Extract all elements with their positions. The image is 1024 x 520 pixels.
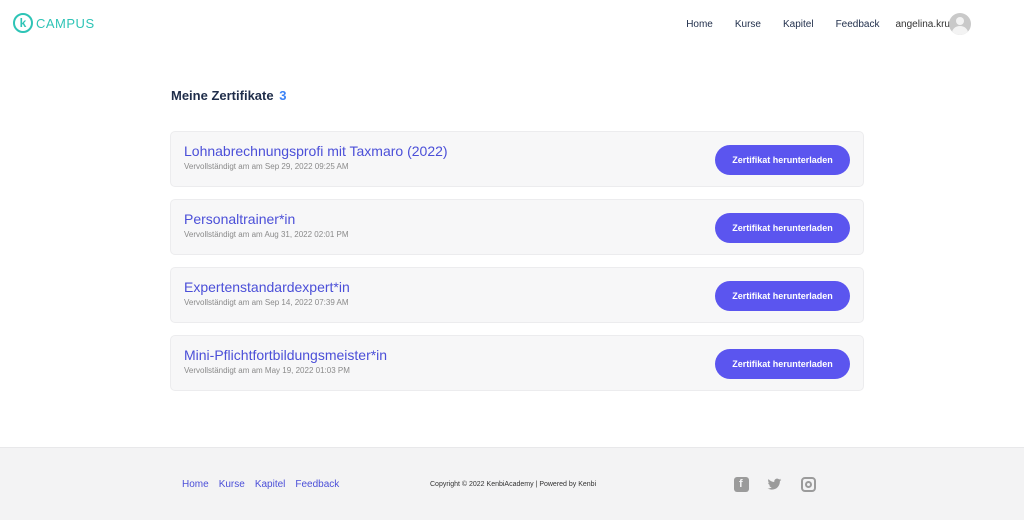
facebook-icon[interactable]: f [734, 477, 749, 492]
certificate-title[interactable]: Mini-Pflichtfortbildungsmeister*in [184, 347, 387, 363]
copyright-text: Copyright © 2022 KenbiAcademy | Powered … [430, 481, 597, 488]
logo-icon: k [13, 13, 33, 33]
completion-date: Vervollständigt am am May 19, 2022 01:03… [184, 366, 350, 375]
footer-link-kapitel[interactable]: Kapitel [255, 479, 286, 490]
nav-kurse[interactable]: Kurse [735, 19, 761, 30]
certificate-title[interactable]: Personaltrainer*in [184, 211, 295, 227]
download-certificate-button[interactable]: Zertifikat herunterladen [715, 145, 850, 175]
nav-kapitel[interactable]: Kapitel [783, 19, 814, 30]
page-title: Meine Zertifikate 3 [171, 88, 287, 103]
logo-text: CAMPUS [36, 15, 95, 31]
download-certificate-button[interactable]: Zertifikat herunterladen [715, 281, 850, 311]
certificate-card: Mini-Pflichtfortbildungsmeister*in Vervo… [170, 335, 864, 391]
footer-nav: Home Kurse Kapitel Feedback [182, 479, 349, 490]
certificate-card: Personaltrainer*in Vervollständigt am am… [170, 199, 864, 255]
completion-date: Vervollständigt am am Sep 29, 2022 09:25… [184, 162, 349, 171]
instagram-icon[interactable] [801, 477, 816, 492]
certificate-card: Lohnabrechnungsprofi mit Taxmaro (2022) … [170, 131, 864, 187]
twitter-icon[interactable] [767, 477, 782, 492]
avatar-body-icon [952, 26, 968, 35]
site-header: k CAMPUS Home Kurse Kapitel Feedback ang… [0, 0, 1024, 48]
certificate-title[interactable]: Lohnabrechnungsprofi mit Taxmaro (2022) [184, 143, 448, 159]
campus-logo[interactable]: k CAMPUS [13, 13, 95, 33]
nav-home[interactable]: Home [686, 19, 713, 30]
main-nav: Home Kurse Kapitel Feedback angelina.kru… [664, 0, 970, 48]
nav-feedback[interactable]: Feedback [836, 19, 880, 30]
certificate-title[interactable]: Expertenstandardexpert*in [184, 279, 350, 295]
completion-date: Vervollständigt am am Aug 31, 2022 02:01… [184, 230, 349, 239]
certificate-count: 3 [279, 88, 287, 103]
download-certificate-button[interactable]: Zertifikat herunterladen [715, 349, 850, 379]
footer-link-feedback[interactable]: Feedback [295, 479, 339, 490]
avatar[interactable] [949, 13, 971, 35]
footer-link-kurse[interactable]: Kurse [219, 479, 245, 490]
certificate-card: Expertenstandardexpert*in Vervollständig… [170, 267, 864, 323]
completion-date: Vervollständigt am am Sep 14, 2022 07:39… [184, 298, 349, 307]
footer-link-home[interactable]: Home [182, 479, 209, 490]
download-certificate-button[interactable]: Zertifikat herunterladen [715, 213, 850, 243]
avatar-head-icon [956, 17, 964, 25]
site-footer: Home Kurse Kapitel Feedback Copyright © … [0, 447, 1024, 520]
